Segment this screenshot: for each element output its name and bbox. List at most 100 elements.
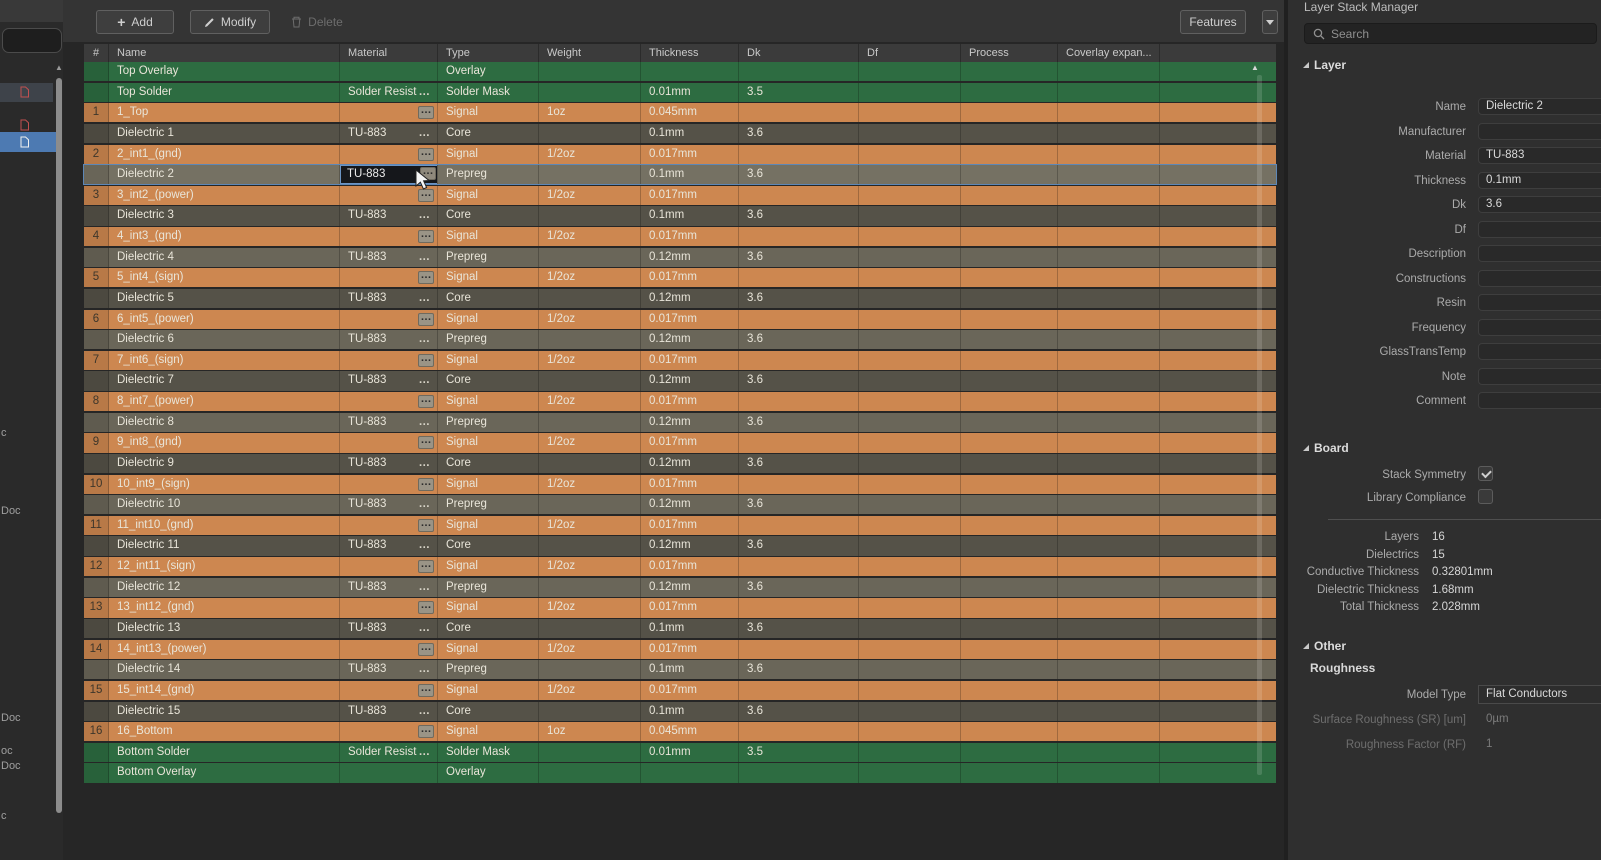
cell-name[interactable]: 4_int3_(gnd) [109, 227, 340, 246]
table-row-9_int8_(gnd)[interactable]: 99_int8_(gnd)…Signal1/2oz0.017mm [84, 433, 1276, 452]
cell-type[interactable]: Signal [438, 103, 539, 122]
cell-type[interactable]: Prepreg [438, 495, 539, 514]
table-row-Dielectric 14[interactable]: Dielectric 14TU-883…Prepreg0.1mm3.6 [84, 660, 1276, 679]
cell-type[interactable]: Prepreg [438, 413, 539, 432]
field-input-df[interactable] [1478, 221, 1601, 238]
ellipsis-icon[interactable]: … [419, 702, 432, 721]
cell-thickness[interactable]: 0.017mm [641, 145, 739, 164]
cell-weight[interactable] [539, 330, 641, 349]
cell-dk[interactable]: 3.6 [739, 289, 859, 308]
cell-weight[interactable] [539, 206, 641, 225]
cell-material[interactable]: … [340, 681, 438, 700]
cell-type[interactable]: Core [438, 289, 539, 308]
ellipsis-button[interactable]: … [418, 230, 434, 243]
cell-thickness[interactable]: 0.12mm [641, 330, 739, 349]
table-row-13_int12_(gnd)[interactable]: 1313_int12_(gnd)…Signal1/2oz0.017mm [84, 598, 1276, 617]
cell-process[interactable] [961, 227, 1058, 246]
cell-weight[interactable]: 1/2oz [539, 392, 641, 411]
table-row-Dielectric 4[interactable]: Dielectric 4TU-883…Prepreg0.12mm3.6 [84, 248, 1276, 267]
table-row-Dielectric 7[interactable]: Dielectric 7TU-883…Core0.12mm3.6 [84, 371, 1276, 390]
table-row-10_int9_(sign)[interactable]: 1010_int9_(sign)…Signal1/2oz0.017mm [84, 475, 1276, 494]
cell-thickness[interactable]: 0.017mm [641, 681, 739, 700]
column-header-thickness[interactable]: Thickness [641, 44, 739, 62]
cell-process[interactable] [961, 124, 1058, 143]
field-input-manufacturer[interactable] [1478, 123, 1601, 140]
cell-process[interactable] [961, 495, 1058, 514]
cell-thickness[interactable]: 0.12mm [641, 371, 739, 390]
cell-type[interactable]: Core [438, 206, 539, 225]
cell-type[interactable]: Signal [438, 227, 539, 246]
cell-material[interactable]: … [340, 557, 438, 576]
cell-weight[interactable]: 1/2oz [539, 310, 641, 329]
cell-dk[interactable]: 3.6 [739, 165, 859, 184]
cell-thickness[interactable]: 0.12mm [641, 578, 739, 597]
ellipsis-button[interactable]: … [418, 271, 434, 284]
cell-weight[interactable]: 1/2oz [539, 475, 641, 494]
cell-thickness[interactable]: 0.1mm [641, 619, 739, 638]
delete-button[interactable]: Delete [281, 10, 353, 34]
ellipsis-button[interactable]: … [418, 395, 434, 408]
cell-process[interactable] [961, 330, 1058, 349]
field-input-resin[interactable] [1478, 294, 1601, 311]
cell-material[interactable]: … [340, 475, 438, 494]
cell-type[interactable]: Core [438, 536, 539, 555]
cell-name[interactable]: Dielectric 14 [109, 660, 340, 679]
cell-df[interactable] [859, 145, 961, 164]
cell-dk[interactable] [739, 268, 859, 287]
cell-process[interactable] [961, 475, 1058, 494]
ellipsis-button[interactable]: … [418, 684, 434, 697]
cell-weight[interactable]: 1/2oz [539, 557, 641, 576]
cell-weight[interactable] [539, 413, 641, 432]
cell-weight[interactable] [539, 83, 641, 102]
search-input[interactable]: Search [1304, 23, 1597, 44]
cell-coverlay[interactable] [1058, 310, 1160, 329]
cell-dk[interactable] [739, 227, 859, 246]
cell-thickness[interactable]: 0.01mm [641, 743, 739, 762]
cell-name[interactable]: Dielectric 12 [109, 578, 340, 597]
cell-type[interactable]: Signal [438, 310, 539, 329]
cell-material[interactable]: TU-883… [340, 454, 438, 473]
table-row-Dielectric 13[interactable]: Dielectric 13TU-883…Core0.1mm3.6 [84, 619, 1276, 638]
cell-process[interactable] [961, 186, 1058, 205]
table-row-Bottom Overlay[interactable]: Bottom OverlayOverlay [84, 763, 1276, 782]
cell-dk[interactable]: 3.6 [739, 413, 859, 432]
cell-df[interactable] [859, 83, 961, 102]
field-input-dk[interactable]: 3.6 [1478, 196, 1601, 213]
cell-weight[interactable] [539, 248, 641, 267]
cell-name[interactable]: Dielectric 3 [109, 206, 340, 225]
cell-thickness[interactable]: 0.017mm [641, 598, 739, 617]
cell-thickness[interactable]: 0.01mm [641, 83, 739, 102]
cell-thickness[interactable] [641, 763, 739, 782]
column-header-coverlay[interactable]: Coverlay expan... [1058, 44, 1160, 62]
document-icon[interactable] [20, 119, 29, 131]
cell-dk[interactable] [739, 763, 859, 782]
cell-weight[interactable]: 1/2oz [539, 227, 641, 246]
cell-process[interactable] [961, 103, 1058, 122]
cell-thickness[interactable]: 0.017mm [641, 351, 739, 370]
cell-df[interactable] [859, 598, 961, 617]
section-header-other[interactable]: Other [1303, 639, 1346, 653]
cell-thickness[interactable]: 0.1mm [641, 206, 739, 225]
cell-type[interactable]: Signal [438, 681, 539, 700]
cell-coverlay[interactable] [1058, 475, 1160, 494]
cell-df[interactable] [859, 103, 961, 122]
cell-coverlay[interactable] [1058, 227, 1160, 246]
scroll-up-icon[interactable]: ▲ [54, 63, 63, 73]
cell-coverlay[interactable] [1058, 495, 1160, 514]
table-row-15_int14_(gnd)[interactable]: 1515_int14_(gnd)…Signal1/2oz0.017mm [84, 681, 1276, 700]
cell-name[interactable]: Dielectric 8 [109, 413, 340, 432]
cell-df[interactable] [859, 289, 961, 308]
table-row-14_int13_(power)[interactable]: 1414_int13_(power)…Signal1/2oz0.017mm [84, 640, 1276, 659]
ellipsis-button[interactable]: … [418, 725, 434, 738]
cell-weight[interactable] [539, 124, 641, 143]
cell-weight[interactable]: 1/2oz [539, 433, 641, 452]
cell-weight[interactable] [539, 495, 641, 514]
cell-process[interactable] [961, 351, 1058, 370]
cell-type[interactable]: Overlay [438, 763, 539, 782]
field-input-description[interactable] [1478, 245, 1601, 262]
cell-type[interactable]: Signal [438, 722, 539, 741]
cell-thickness[interactable] [641, 62, 739, 81]
cell-material[interactable]: … [340, 310, 438, 329]
cell-process[interactable] [961, 722, 1058, 741]
cell-type[interactable]: Core [438, 702, 539, 721]
